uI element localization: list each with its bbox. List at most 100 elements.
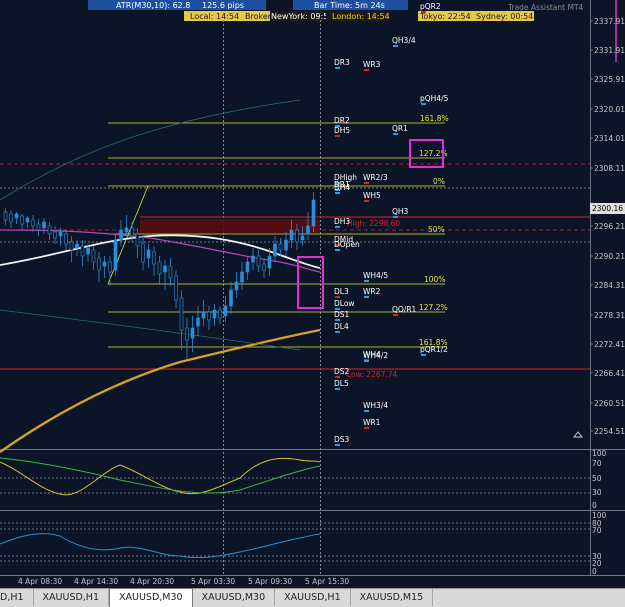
chart-tab[interactable]: XAUUSD,H1 <box>34 589 109 606</box>
pivot-level-marker <box>393 45 398 47</box>
candle-body <box>273 243 277 257</box>
pivot-level-label: QR1 <box>392 124 408 133</box>
pivot-level-label: DOpen <box>334 240 360 249</box>
fib-label: 161.8% <box>420 114 449 123</box>
pivot-level-label: WR3 <box>363 60 381 69</box>
svg-text:70: 70 <box>592 526 602 535</box>
price-tick-label: 2320.01 <box>594 105 625 114</box>
time-axis: 4 Apr 08:30 4 Apr 14:30 4 Apr 20:30 5 Ap… <box>18 577 349 586</box>
candle-body <box>75 243 79 249</box>
atr-pips: 125.6 pips <box>202 1 244 10</box>
candle-body <box>174 275 178 301</box>
price-tick-label: 2254.51 <box>594 427 625 436</box>
pivot-level-label: DH4 <box>334 183 350 192</box>
pivot-level-marker <box>335 331 340 333</box>
candle-body <box>69 241 74 251</box>
candle-body <box>212 309 217 319</box>
tokyo-time: Tokyo: 22:54 <box>419 12 471 21</box>
chart-tab[interactable]: XAUUSD,M30 <box>193 589 276 606</box>
price-tick-label: 2308.11 <box>594 164 625 173</box>
candle-body <box>196 317 200 327</box>
candle-body <box>256 255 261 267</box>
pivot-level-label: DH3 <box>334 217 350 226</box>
oscillator-pane-1[interactable] <box>0 449 590 509</box>
pivot-level-label: DS2 <box>334 367 350 376</box>
svg-text:4 Apr 08:30: 4 Apr 08:30 <box>18 577 62 586</box>
candle-body <box>190 327 195 339</box>
chart-tab[interactable]: XAUUSD,M15 <box>351 589 434 606</box>
candle-body <box>234 281 239 291</box>
pivot-level-marker <box>335 226 340 228</box>
chart-tab-active[interactable]: XAUUSD,M30 <box>109 588 193 607</box>
pivot-level-label: DS3 <box>334 435 350 444</box>
pivot-level-marker <box>335 319 340 321</box>
candle-body <box>113 239 118 271</box>
candle-body <box>157 261 162 275</box>
pivot-level-label: WH4/5 <box>363 271 388 280</box>
oscillator-pane-2[interactable] <box>0 511 590 575</box>
candle-body <box>311 199 316 227</box>
price-tick-label: 2278.31 <box>594 311 625 320</box>
candle-body <box>185 327 189 341</box>
candle-body <box>20 215 24 225</box>
price-axis-bg <box>590 0 625 588</box>
pivot-level-label: DH5 <box>334 126 350 135</box>
pivot-level-marker <box>335 135 340 137</box>
svg-text:70: 70 <box>592 459 602 468</box>
bar-time: Bar Time: 5m 24s <box>314 1 385 10</box>
pivot-level-label: QH3 <box>392 207 409 216</box>
pivot-level-marker <box>364 69 369 71</box>
pivot-level-marker <box>393 314 398 316</box>
price-tick-label: 2331.91 <box>594 46 625 55</box>
chart-canvas[interactable]: ATR(M30,10): 62.8 125.6 pips Bar Time: 5… <box>0 0 625 588</box>
pivot-level-marker <box>335 444 340 446</box>
candle-body <box>262 263 266 271</box>
candle-body <box>130 227 134 237</box>
london-time: London: 14:54 <box>332 12 390 21</box>
chart-tab[interactable]: XAUUSD,H1 <box>275 589 351 606</box>
candle-body <box>102 261 107 267</box>
svg-text:4 Apr 20:30: 4 Apr 20:30 <box>130 577 174 586</box>
svg-text:100: 100 <box>592 449 607 458</box>
pivot-level-marker <box>421 103 426 105</box>
price-tick-label: 2272.41 <box>594 340 625 349</box>
candle-body <box>245 261 250 273</box>
svg-text:4 Apr 14:30: 4 Apr 14:30 <box>74 577 118 586</box>
chart-tab[interactable]: D,H1 <box>0 589 34 606</box>
candle-body <box>289 229 294 241</box>
price-tick-label: 2337.91 <box>594 17 625 26</box>
pivot-level-marker <box>335 249 340 251</box>
candle-body <box>91 249 96 263</box>
candle-body <box>14 213 19 219</box>
candle-body <box>251 255 255 263</box>
pivot-level-marker <box>393 216 398 218</box>
sydney-time: Sydney: 00:54 <box>476 12 533 21</box>
candle-body <box>47 225 52 235</box>
pivot-level-label: pQH4/5 <box>420 94 449 103</box>
candle-body <box>64 233 68 245</box>
pivot-level-label: WR2 <box>363 287 381 296</box>
candle-body <box>135 233 140 247</box>
candle-body <box>58 231 63 237</box>
svg-text:5 Apr 03:30: 5 Apr 03:30 <box>191 577 235 586</box>
candle-body <box>124 227 129 233</box>
low-label: Low: 2267.74 <box>347 370 398 379</box>
chart-window[interactable]: ATR(M30,10): 62.8 125.6 pips Bar Time: 5… <box>0 0 625 607</box>
pivot-level-label: DR3 <box>334 58 350 67</box>
svg-text:0: 0 <box>592 501 597 510</box>
candle-body <box>53 231 57 239</box>
price-axis: 2337.91 2331.91 2325.91 2320.01 2314.01 2308.… <box>590 17 625 436</box>
svg-text:30: 30 <box>592 488 602 497</box>
current-price: 2300.16 <box>592 204 623 213</box>
svg-text:5 Apr 15:30: 5 Apr 15:30 <box>305 577 349 586</box>
pivot-level-marker <box>364 360 369 362</box>
pivot-level-label: DS1 <box>334 310 350 319</box>
pivot-level-marker <box>335 376 340 378</box>
price-tick-label: 2325.91 <box>594 75 625 84</box>
price-tick-label: 2284.31 <box>594 281 625 290</box>
candle-body <box>9 213 13 223</box>
atr-value: ATR(M30,10): 62.8 <box>116 1 190 10</box>
candle-body <box>223 305 228 317</box>
pivot-level-label: WH3/4 <box>363 401 388 410</box>
candle-body <box>218 309 222 319</box>
